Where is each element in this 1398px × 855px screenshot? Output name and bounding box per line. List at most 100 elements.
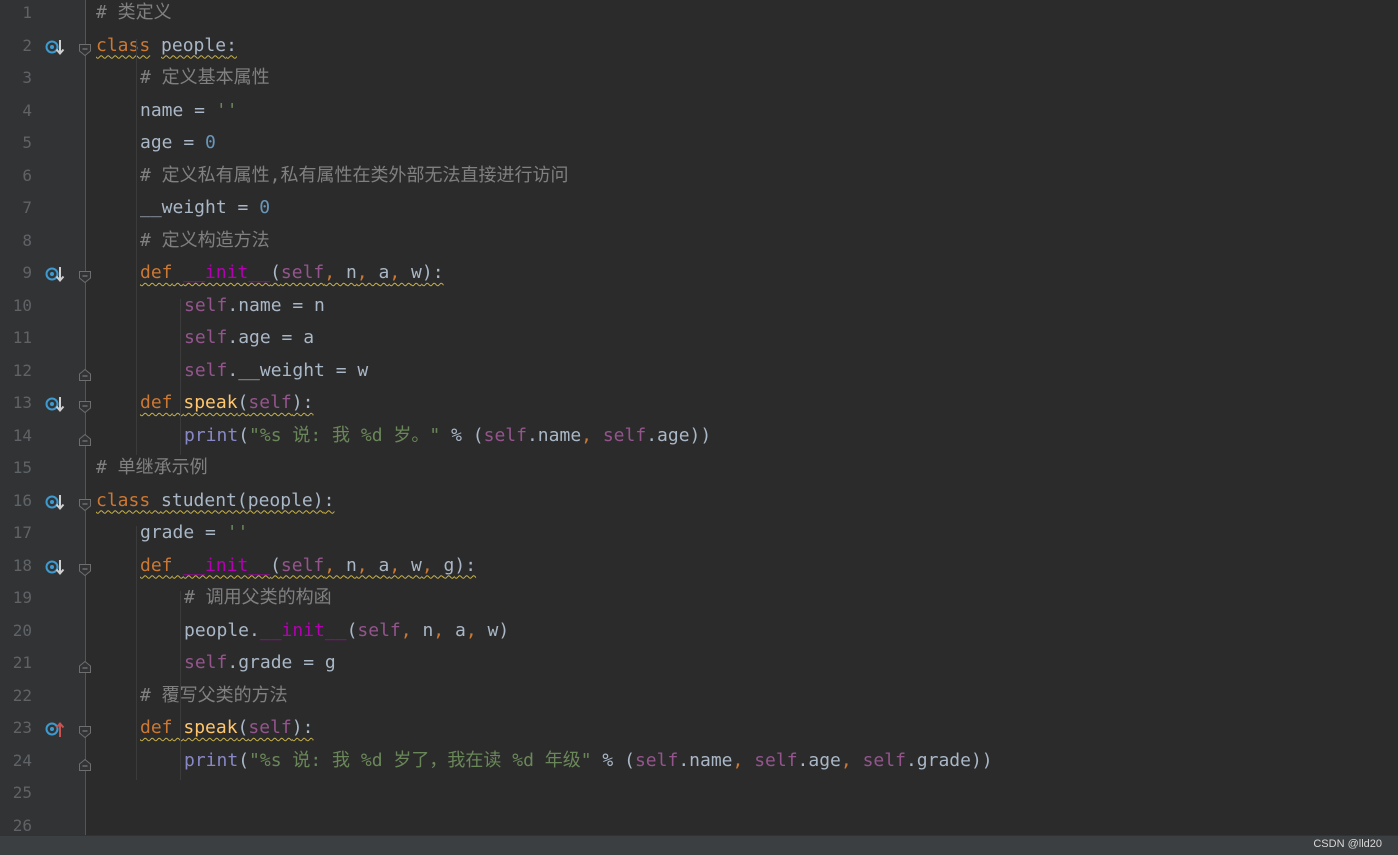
overridden-method-icon[interactable] <box>44 491 66 513</box>
code-token: "%s 说: 我 %d 岁了，我在读 %d 年级" <box>249 749 592 771</box>
code-token: , <box>400 619 423 641</box>
fold-collapse-icon[interactable] <box>78 562 92 576</box>
code-token: w) <box>487 619 510 641</box>
indent-guide <box>136 38 137 455</box>
code-token: class <box>96 489 151 511</box>
code-line[interactable]: self.name = n <box>184 291 325 321</box>
code-line[interactable]: print("%s 说: 我 %d 岁了，我在读 %d 年级" % (self.… <box>184 746 993 776</box>
overridden-method-icon[interactable] <box>44 393 66 415</box>
code-line[interactable]: # 定义基本属性 <box>140 63 270 93</box>
code-token: self <box>602 424 647 446</box>
code-line[interactable]: self.grade = g <box>184 648 336 678</box>
code-token: ( <box>238 424 250 446</box>
overridden-method-icon[interactable] <box>44 263 66 285</box>
overridden-method-icon[interactable] <box>44 556 66 578</box>
code-line[interactable]: class student(people): <box>96 486 334 516</box>
code-line[interactable]: # 定义构造方法 <box>140 226 270 256</box>
line-number: 23 <box>12 718 32 737</box>
line-number: 7 <box>22 198 32 217</box>
code-token: ( <box>237 717 249 738</box>
line-number: 10 <box>12 295 32 315</box>
code-token: n <box>345 554 357 576</box>
code-token: : <box>323 489 335 511</box>
code-line[interactable]: # 类定义 <box>96 0 172 28</box>
code-token: def <box>140 717 173 738</box>
code-line[interactable]: print("%s 说: 我 %d 岁。" % (self.name, self… <box>184 421 711 451</box>
code-line[interactable]: age = 0 <box>140 128 216 158</box>
code-token: ( <box>270 262 281 283</box>
code-token: ): <box>421 262 444 283</box>
fold-collapse-icon[interactable] <box>78 724 92 739</box>
code-line[interactable]: def speak(self): <box>140 713 313 743</box>
code-token: self <box>184 359 228 381</box>
status-bar: CSDN @lld20 <box>0 835 1398 855</box>
fold-end-icon[interactable] <box>78 757 92 771</box>
code-token: , <box>465 619 488 641</box>
code-token: 0 <box>205 132 216 153</box>
code-line[interactable]: # 覆写父类的方法 <box>140 681 288 711</box>
line-number: 8 <box>22 230 32 250</box>
code-token: ( <box>238 749 250 771</box>
code-line[interactable]: def __init__(self, n, a, w, g): <box>140 551 476 581</box>
code-line[interactable]: # 调用父类的构函 <box>184 583 332 613</box>
fold-collapse-icon[interactable] <box>78 269 92 284</box>
line-number: 15 <box>12 458 32 477</box>
code-token: "%s 说: 我 %d 岁。" <box>249 424 441 446</box>
code-token: a <box>378 554 390 576</box>
code-line[interactable]: self.__weight = w <box>184 356 368 386</box>
line-number: 17 <box>12 523 32 542</box>
code-token: def <box>140 262 173 283</box>
fold-collapse-icon[interactable] <box>78 399 92 414</box>
line-number: 18 <box>12 555 32 575</box>
fold-collapse-icon[interactable] <box>78 42 92 56</box>
indent-guide <box>180 591 181 780</box>
line-number: 4 <box>22 100 32 120</box>
code-token: a <box>378 262 390 283</box>
fold-end-icon[interactable] <box>78 659 92 673</box>
code-token: self <box>184 294 228 316</box>
code-token: def <box>140 554 173 576</box>
code-token: __init__ <box>183 554 271 576</box>
line-number: 11 <box>12 328 32 347</box>
fold-collapse-icon[interactable] <box>78 497 92 511</box>
code-token: age = <box>140 132 206 153</box>
code-line[interactable]: class people: <box>96 31 237 61</box>
code-line[interactable]: people.__init__(self, n, a, w) <box>184 616 509 646</box>
code-line[interactable]: # 定义私有属性,私有属性在类外部无法直接进行访问 <box>140 161 569 191</box>
code-token: ( <box>237 392 249 413</box>
fold-end-icon[interactable] <box>78 432 92 446</box>
code-token: self <box>483 424 527 446</box>
line-number: 24 <box>12 750 32 770</box>
code-token: , <box>581 424 603 446</box>
code-line[interactable]: def speak(self): <box>140 388 313 418</box>
code-token: ): <box>291 392 314 413</box>
line-number: 6 <box>22 165 32 185</box>
code-token: def <box>140 392 173 413</box>
code-token: __init__ <box>183 262 271 283</box>
code-token: % ( <box>591 749 635 771</box>
code-line[interactable]: __weight = 0 <box>140 193 270 223</box>
code-token: ( <box>346 619 358 641</box>
line-number: 22 <box>12 685 32 705</box>
code-line[interactable]: grade = '' <box>140 518 248 548</box>
code-token: .age <box>797 749 841 771</box>
code-line[interactable]: # 单继承示例 <box>96 453 208 483</box>
code-line[interactable]: self.age = a <box>184 323 314 353</box>
code-line[interactable]: def __init__(self, n, a, w): <box>140 258 444 288</box>
editor-gutter[interactable]: 1 2 3 4 5 6 7 8 9 10 11 12 13 14 15 16 17 18 19 20 21 22 23 24 2… <box>0 0 86 835</box>
overridden-method-icon[interactable] <box>44 36 66 58</box>
code-token: .age = a <box>227 327 315 348</box>
code-token: self <box>248 717 292 738</box>
code-line[interactable]: name = '' <box>140 96 238 126</box>
watermark: CSDN @lld20 <box>1313 838 1382 850</box>
overriding-method-icon[interactable] <box>44 718 66 740</box>
code-token: .name = n <box>227 294 325 316</box>
line-number: 3 <box>22 68 32 87</box>
code-token: .__weight = w <box>227 359 369 381</box>
fold-end-icon[interactable] <box>78 367 92 381</box>
code-editor[interactable]: 1 2 3 4 5 6 7 8 9 10 11 12 13 14 15 16 17 18 19 20 21 22 23 24 2… <box>0 0 1398 835</box>
code-token: self <box>357 619 401 641</box>
